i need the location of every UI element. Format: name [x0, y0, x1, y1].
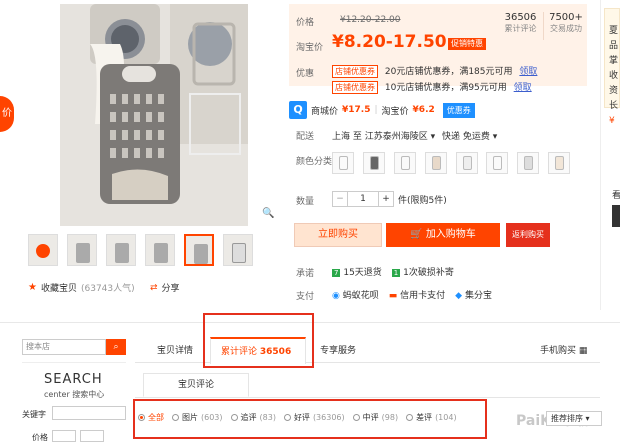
quantity-stepper: − 1 + 件(限购5件) [332, 191, 447, 207]
mobile-purchase[interactable]: 手机购买 ▦ [540, 343, 587, 356]
decrement-button[interactable]: − [332, 191, 348, 207]
share-link[interactable]: ⇄ 分享 [150, 281, 180, 295]
chevron-down-icon: ▾ [492, 132, 498, 142]
review-count-block[interactable]: 36506 累计评论 [498, 12, 544, 40]
reship-icon: 1 [391, 269, 401, 277]
color-swatch[interactable] [517, 152, 540, 174]
shipping-method[interactable]: 快递 免运费 ▾ [442, 129, 497, 142]
buy-now-button[interactable]: 立即购买 [294, 223, 382, 247]
coupon-tag: 店铺优惠券 [332, 65, 378, 78]
quantity-input[interactable]: 1 [348, 191, 378, 207]
payment-label: 支付 [296, 292, 315, 302]
play-icon [36, 244, 50, 258]
rebate-buy-button[interactable]: 返利购买 [506, 223, 550, 247]
share-icon: ⇄ [150, 282, 158, 293]
color-swatch[interactable] [548, 152, 571, 174]
right-panel-section: 看 [612, 191, 620, 201]
price-max-input[interactable] [80, 430, 104, 442]
thumbnail-image[interactable] [106, 234, 136, 266]
compare-logo-icon: Q [289, 101, 307, 119]
add-to-cart-button[interactable]: 🛒 加入购物车 [386, 223, 500, 247]
shipping-route[interactable]: 上海 至 江苏泰州海陵区 ▾ [332, 129, 435, 142]
side-float-tab[interactable]: 价 [0, 96, 14, 132]
promise-label: 承诺 [296, 269, 315, 279]
price-compare-row: Q 商城价 ¥17.5 | 淘宝价 ¥6.2 优惠券 [289, 101, 475, 119]
right-panel-divider [600, 0, 601, 310]
right-panel-image[interactable] [612, 205, 620, 227]
favorite-item[interactable]: ★ 收藏宝贝 (63743人气) [28, 281, 135, 294]
keyword-input[interactable] [52, 406, 126, 420]
tab-details[interactable]: 宝贝详情 [157, 343, 193, 356]
thumbnail-image-selected[interactable] [184, 234, 214, 266]
main-product-image [60, 4, 248, 226]
thumbnail-strip [28, 234, 253, 266]
chevron-down-icon: ▾ [585, 414, 590, 423]
quantity-label: 数量 [296, 197, 315, 207]
payment-list: ◉ 蚂蚁花呗 ▬ 信用卡支付 ◆ 集分宝 [332, 291, 492, 301]
tab-service[interactable]: 专享服务 [320, 343, 356, 356]
promise-list: 7 15天退货 1 1次破损补寄 [332, 268, 454, 278]
coupon-row: 店铺优惠券 10元店铺优惠券，满95元可用 领取 [332, 80, 532, 94]
color-swatch[interactable] [332, 152, 354, 174]
color-swatch[interactable] [455, 152, 478, 174]
coupon-button[interactable]: 优惠券 [442, 102, 475, 118]
right-panel-text: 夏 品 掌 收 资 长 ¥ [609, 26, 619, 126]
increment-button[interactable]: + [378, 191, 394, 207]
star-icon: ★ [28, 282, 37, 293]
zoom-icon[interactable]: 🔍 [262, 208, 274, 219]
thumbnail-image[interactable] [145, 234, 175, 266]
taobao-price-label: 淘宝价 [296, 43, 324, 53]
search-center-subtitle: center 搜索中心 [44, 390, 105, 399]
highlight-box-reviews-tab [203, 313, 314, 368]
claim-coupon-link[interactable]: 领取 [519, 67, 537, 77]
price-min-input[interactable] [52, 430, 76, 442]
color-swatch[interactable] [486, 152, 509, 174]
color-label: 颜色分类 [296, 157, 333, 167]
price-label: 价格 [296, 18, 315, 28]
color-swatch[interactable] [393, 152, 416, 174]
chevron-down-icon: ▾ [430, 132, 436, 142]
laundry-basket-illustration [60, 4, 248, 226]
search-icon[interactable]: ⌕ [106, 339, 126, 355]
coupon-row: 店铺优惠券 20元店铺优惠券，满185元可用 领取 [332, 64, 537, 78]
promo-badge: 促销特惠 [448, 38, 486, 50]
shop-search-input[interactable]: 搜本店 [22, 339, 106, 355]
highlight-box-review-filters [133, 399, 487, 439]
review-subtab[interactable]: 宝贝评论 [143, 373, 249, 397]
thumbnail-video[interactable] [28, 234, 58, 266]
coupon-tag: 店铺优惠券 [332, 81, 378, 94]
promo-label: 优惠 [296, 69, 315, 79]
huabei-icon: ◉ [332, 291, 340, 301]
shipping-label: 配送 [296, 132, 315, 142]
cart-icon: 🛒 [410, 229, 423, 240]
current-price: ¥8.20-17.50 [332, 32, 447, 52]
search-center-logo: SEARCH [44, 372, 103, 387]
thumbnail-image[interactable] [67, 234, 97, 266]
price-range-label: 价格 [32, 433, 48, 442]
qr-code-icon: ▦ [578, 346, 588, 356]
jifenbao-icon: ◆ [455, 291, 463, 301]
thumbnail-image[interactable] [223, 234, 253, 266]
deals-count-block: 7500+ 交易成功 [549, 12, 583, 33]
keyword-label: 关键字 [22, 410, 46, 419]
claim-coupon-link[interactable]: 领取 [514, 83, 532, 93]
return-icon: 7 [332, 269, 341, 277]
color-swatches [332, 152, 576, 177]
original-price: ¥12.20-22.00 [340, 15, 401, 25]
sort-dropdown[interactable]: 推荐排序 ▾ [546, 411, 602, 426]
color-swatch[interactable] [362, 152, 385, 174]
color-swatch[interactable] [424, 152, 447, 174]
credit-card-icon: ▬ [388, 291, 398, 301]
